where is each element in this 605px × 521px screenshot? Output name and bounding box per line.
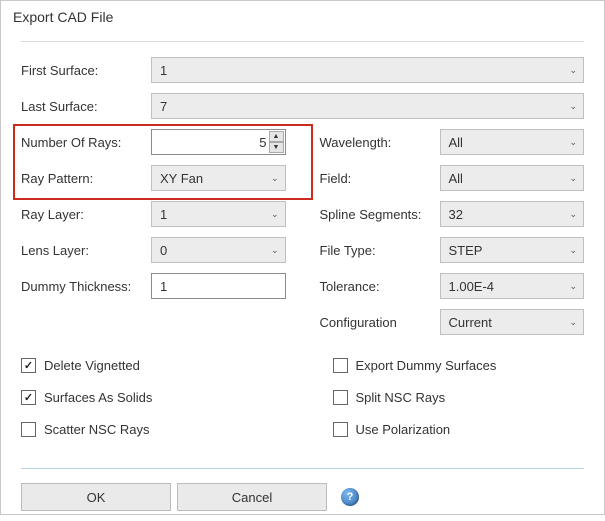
wavelength-select[interactable]: All ⌄: [440, 129, 585, 155]
number-of-rays-value: 5: [259, 135, 266, 150]
ray-layer-label: Ray Layer:: [21, 207, 151, 222]
first-surface-value: 1: [160, 63, 167, 78]
spinner-down-icon[interactable]: ▼: [269, 142, 284, 153]
wavelength-label: Wavelength:: [320, 135, 440, 150]
ray-pattern-value: XY Fan: [160, 171, 203, 186]
spinner-up-icon[interactable]: ▲: [269, 131, 284, 142]
scatter-nsc-rays-label: Scatter NSC Rays: [44, 422, 149, 437]
surfaces-as-solids-label: Surfaces As Solids: [44, 390, 152, 405]
split-nsc-rays-label: Split NSC Rays: [356, 390, 446, 405]
split-nsc-rays-checkbox[interactable]: [333, 390, 348, 405]
chevron-down-icon: ⌄: [569, 137, 577, 148]
last-surface-select[interactable]: 7 ⌄: [151, 93, 584, 119]
ray-pattern-label: Ray Pattern:: [21, 171, 151, 186]
chevron-down-icon: ⌄: [569, 173, 577, 184]
delete-vignetted-label: Delete Vignetted: [44, 358, 140, 373]
use-polarization-label: Use Polarization: [356, 422, 451, 437]
help-icon[interactable]: ?: [341, 488, 359, 506]
export-dummy-surfaces-checkbox[interactable]: [333, 358, 348, 373]
delete-vignetted-checkbox[interactable]: [21, 358, 36, 373]
cancel-button[interactable]: Cancel: [177, 483, 327, 511]
tolerance-label: Tolerance:: [320, 279, 440, 294]
configuration-value: Current: [449, 315, 492, 330]
chevron-down-icon: ⌄: [569, 245, 577, 256]
use-polarization-checkbox[interactable]: [333, 422, 348, 437]
chevron-down-icon: ⌄: [569, 101, 577, 112]
export-cad-dialog: Export CAD File First Surface: 1 ⌄ Last …: [0, 0, 605, 515]
footer-divider: [21, 468, 584, 469]
surfaces-as-solids-checkbox[interactable]: [21, 390, 36, 405]
file-type-select[interactable]: STEP ⌄: [440, 237, 585, 263]
chevron-down-icon: ⌄: [271, 245, 279, 256]
ray-pattern-select[interactable]: XY Fan ⌄: [151, 165, 286, 191]
configuration-select[interactable]: Current ⌄: [440, 309, 585, 335]
number-of-rays-input[interactable]: 5 ▲ ▼: [151, 129, 286, 155]
spline-segments-label: Spline Segments:: [320, 207, 440, 222]
spline-segments-value: 32: [449, 207, 463, 222]
dummy-thickness-label: Dummy Thickness:: [21, 279, 151, 294]
dialog-title: Export CAD File: [1, 1, 604, 31]
chevron-down-icon: ⌄: [569, 209, 577, 220]
chevron-down-icon: ⌄: [569, 281, 577, 292]
export-dummy-surfaces-label: Export Dummy Surfaces: [356, 358, 497, 373]
first-surface-select[interactable]: 1 ⌄: [151, 57, 584, 83]
lens-layer-label: Lens Layer:: [21, 243, 151, 258]
tolerance-value: 1.00E-4: [449, 279, 495, 294]
spline-segments-select[interactable]: 32 ⌄: [440, 201, 585, 227]
field-label: Field:: [320, 171, 440, 186]
ok-button[interactable]: OK: [21, 483, 171, 511]
last-surface-label: Last Surface:: [21, 99, 151, 114]
field-select[interactable]: All ⌄: [440, 165, 585, 191]
chevron-down-icon: ⌄: [569, 65, 577, 76]
lens-layer-select[interactable]: 0 ⌄: [151, 237, 286, 263]
last-surface-value: 7: [160, 99, 167, 114]
chevron-down-icon: ⌄: [271, 173, 279, 184]
cancel-button-label: Cancel: [232, 490, 272, 505]
first-surface-label: First Surface:: [21, 63, 151, 78]
dummy-thickness-input[interactable]: 1: [151, 273, 286, 299]
scatter-nsc-rays-checkbox[interactable]: [21, 422, 36, 437]
file-type-value: STEP: [449, 243, 483, 258]
configuration-label: Configuration: [320, 315, 440, 330]
lens-layer-value: 0: [160, 243, 167, 258]
wavelength-value: All: [449, 135, 463, 150]
chevron-down-icon: ⌄: [271, 209, 279, 220]
divider: [21, 41, 584, 42]
chevron-down-icon: ⌄: [569, 317, 577, 328]
field-value: All: [449, 171, 463, 186]
number-of-rays-label: Number Of Rays:: [21, 135, 151, 150]
ray-layer-select[interactable]: 1 ⌄: [151, 201, 286, 227]
ok-button-label: OK: [87, 490, 106, 505]
ray-layer-value: 1: [160, 207, 167, 222]
tolerance-select[interactable]: 1.00E-4 ⌄: [440, 273, 585, 299]
dummy-thickness-value: 1: [160, 279, 167, 294]
file-type-label: File Type:: [320, 243, 440, 258]
